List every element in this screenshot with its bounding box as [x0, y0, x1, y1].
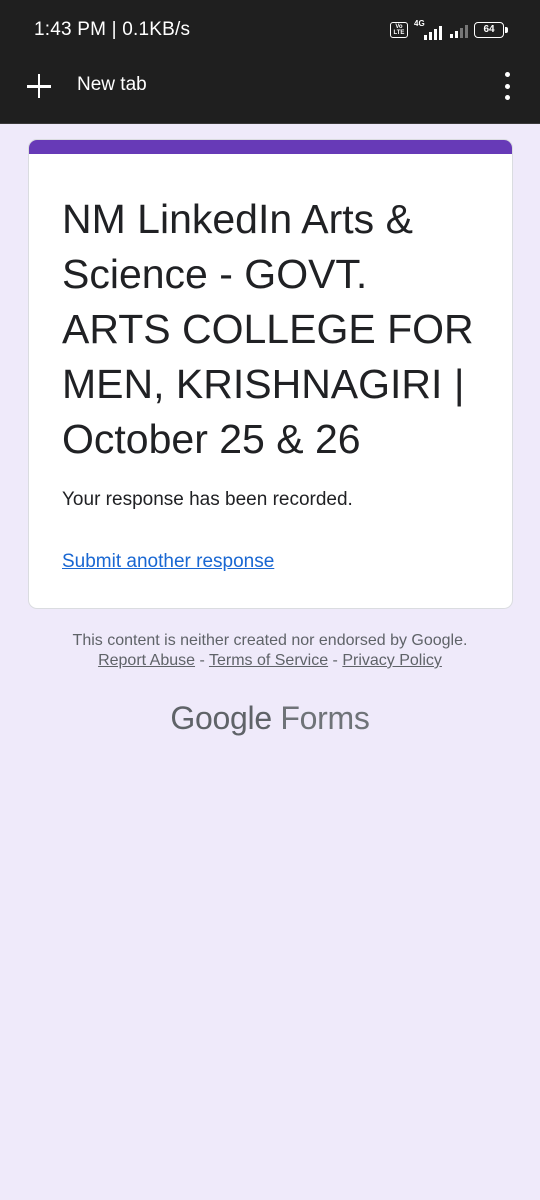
privacy-policy-link[interactable]: Privacy Policy	[342, 652, 442, 669]
battery-icon: 64	[474, 22, 508, 38]
browser-toolbar: New tab	[0, 60, 540, 124]
brand-forms: Forms	[280, 700, 370, 736]
signal-sim2-icon	[450, 22, 468, 38]
status-time: 1:43 PM | 0.1KB/s	[34, 19, 191, 40]
form-response-card: NM LinkedIn Arts & Science - GOVT. ARTS …	[28, 139, 513, 609]
brand-google: Google	[170, 700, 272, 736]
card-accent-bar	[29, 140, 512, 154]
plus-icon[interactable]	[24, 72, 54, 102]
footer-links: Report Abuse - Terms of Service - Privac…	[0, 651, 540, 671]
terms-of-service-link[interactable]: Terms of Service	[209, 652, 328, 669]
status-bar: 1:43 PM | 0.1KB/s Vo LTE 4G 64	[0, 0, 540, 60]
submit-another-response-link[interactable]: Submit another response	[62, 551, 274, 573]
disclaimer-text: This content is neither created nor endo…	[72, 632, 468, 649]
link-separator: -	[328, 652, 343, 669]
form-title: NM LinkedIn Arts & Science - GOVT. ARTS …	[62, 196, 474, 462]
link-separator: -	[195, 652, 209, 669]
status-icons: Vo LTE 4G 64	[390, 19, 508, 40]
report-abuse-link[interactable]: Report Abuse	[98, 652, 195, 669]
volte-icon: Vo LTE	[390, 22, 408, 38]
tab-title[interactable]: New tab	[77, 74, 147, 96]
response-recorded-message: Your response has been recorded.	[62, 489, 353, 510]
google-forms-logo[interactable]: Google Forms	[0, 700, 540, 737]
more-vert-icon[interactable]	[502, 72, 512, 100]
signal-4g-icon: 4G	[414, 19, 444, 40]
